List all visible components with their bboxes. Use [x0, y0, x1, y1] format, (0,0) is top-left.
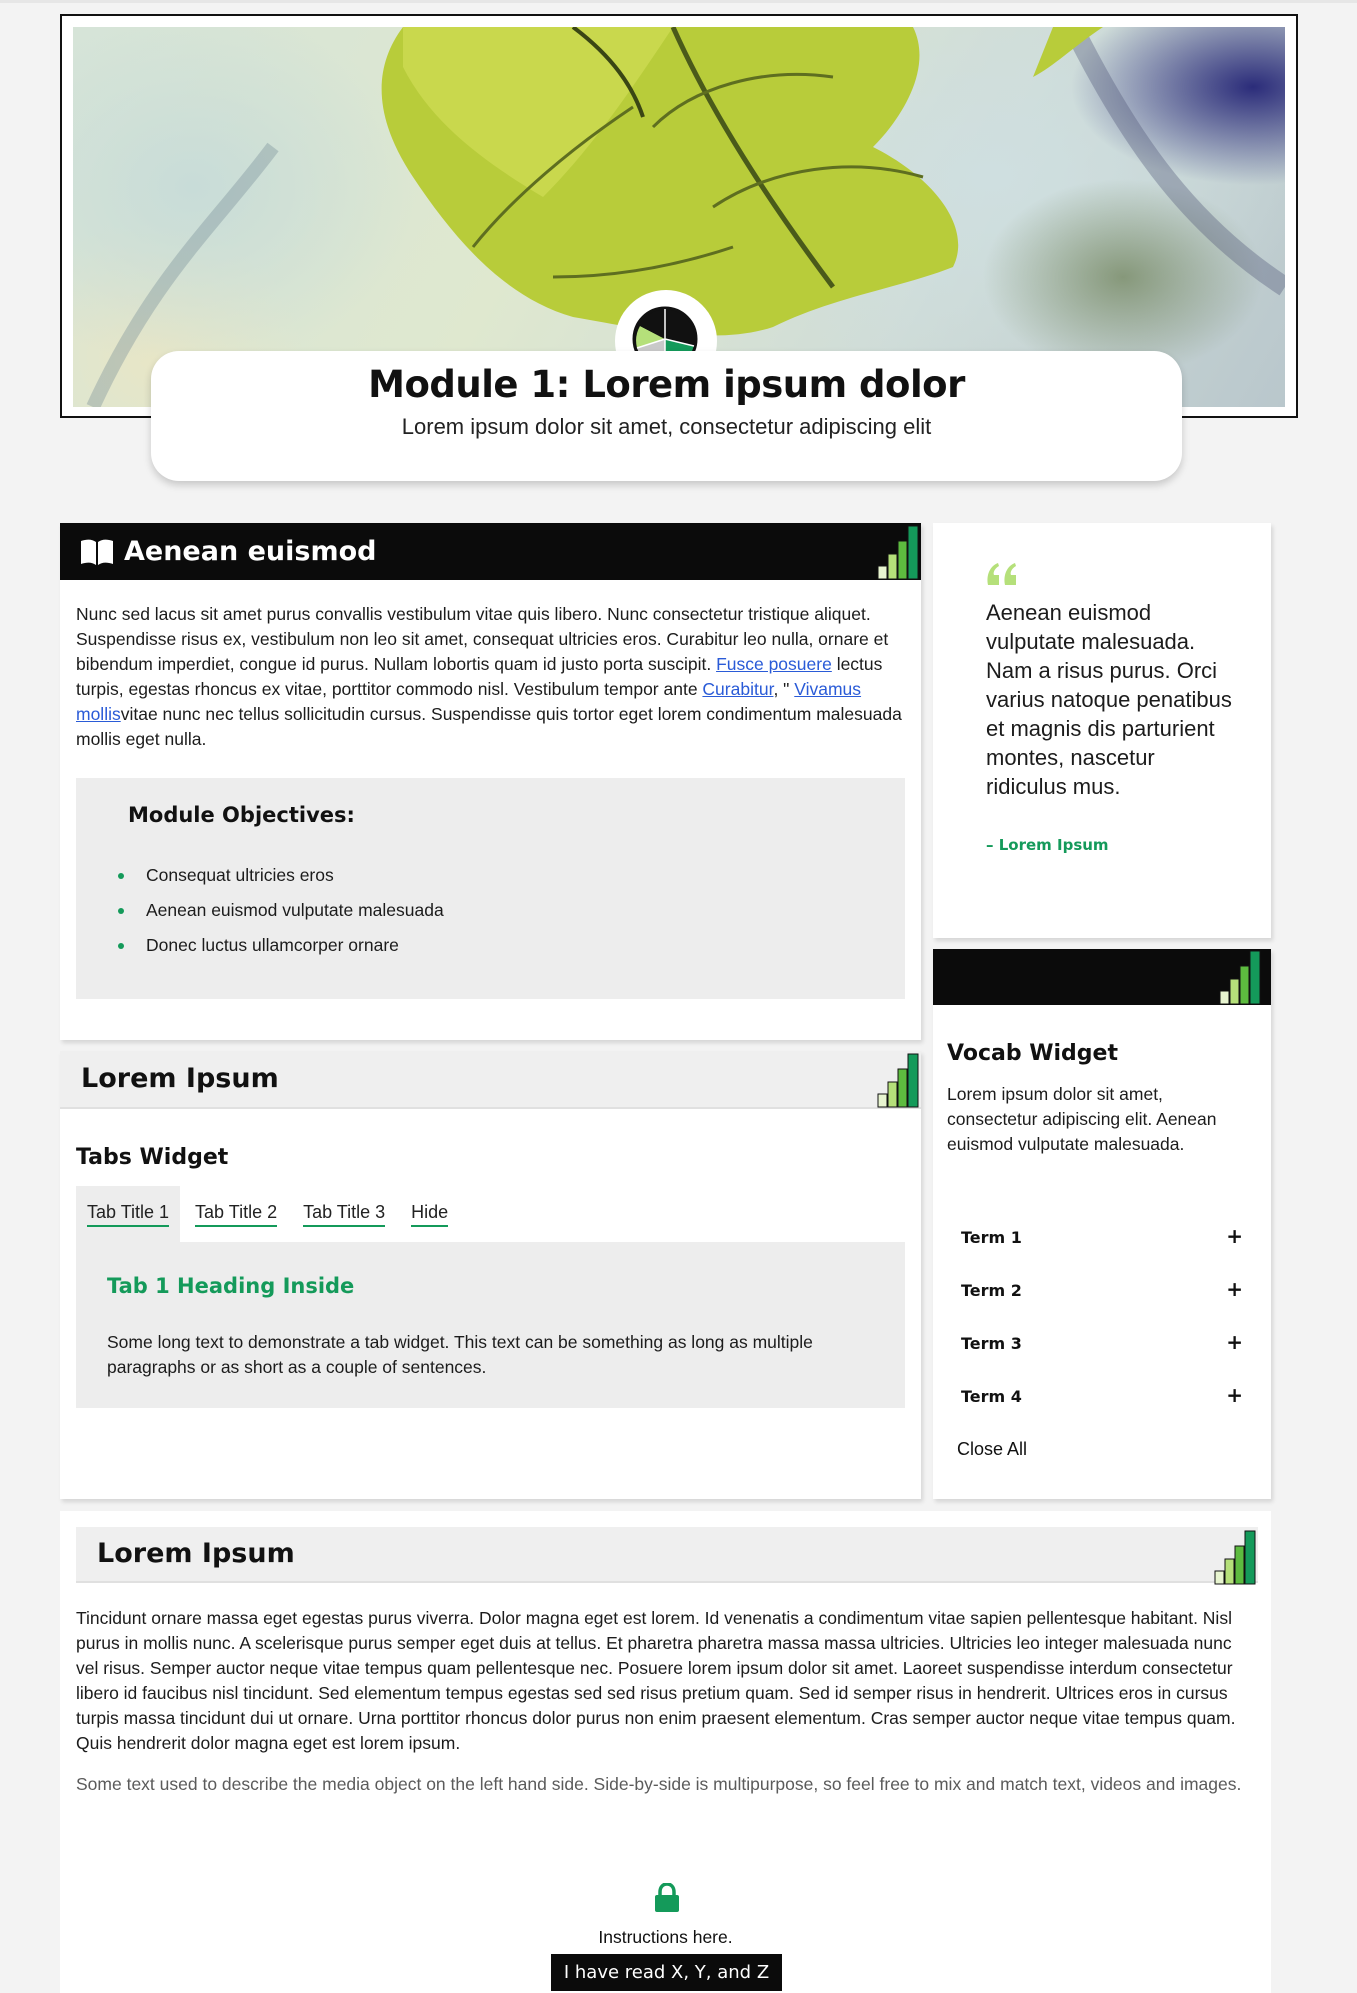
expand-plus-icon[interactable]: + — [1226, 1277, 1243, 1301]
expand-plus-icon[interactable]: + — [1226, 1383, 1243, 1407]
section-heading: Aenean euismod — [124, 536, 377, 567]
tab-panel-text: Some long text to demonstrate a tab widg… — [107, 1332, 813, 1377]
objectives-list: Consequat ultricies eros Aenean euismod … — [116, 858, 444, 963]
intro-paragraph: Nunc sed lacus sit amet purus convallis … — [76, 602, 912, 752]
text-fade-overlay — [60, 1801, 1271, 1831]
list-item: Aenean euismod vulputate malesuada — [116, 893, 444, 928]
objectives-heading: Module Objectives: — [128, 803, 355, 827]
book-open-icon — [81, 539, 113, 565]
tab-label: Hide — [411, 1202, 449, 1227]
vocab-widget: Vocab Widget Lorem ipsum dolor sit amet,… — [933, 949, 1271, 1499]
section-header: Lorem Ipsum — [76, 1527, 1258, 1583]
signal-bars-icon — [877, 525, 919, 580]
tab-hide[interactable]: Hide — [400, 1186, 459, 1242]
vocab-title: Vocab Widget — [947, 1041, 1118, 1066]
content-paragraph: Tincidunt ornare massa eget egestas puru… — [76, 1608, 1236, 1753]
acknowledge-button[interactable]: I have read X, Y, and Z — [551, 1954, 782, 1991]
expand-plus-icon[interactable]: + — [1226, 1224, 1243, 1248]
module-title: Module 1: Lorem ipsum dolor — [368, 363, 965, 406]
quote-icon — [987, 563, 1016, 585]
section-header: Aenean euismod — [60, 523, 921, 580]
list-item: Donec luctus ullamcorper ornare — [116, 928, 444, 963]
quote-card: Aenean euismod vulputate malesuada. Nam … — [933, 523, 1271, 938]
vocab-description: Lorem ipsum dolor sit amet, consectetur … — [947, 1084, 1217, 1154]
vocab-term-2[interactable]: Term 2 + — [961, 1277, 1251, 1311]
term-label: Term 4 — [961, 1387, 1022, 1406]
tab-title-1[interactable]: Tab Title 1 — [76, 1186, 181, 1242]
module-subtitle: Lorem ipsum dolor sit amet, consectetur … — [401, 414, 932, 439]
module-title-card: Module 1: Lorem ipsum dolor Lorem ipsum … — [151, 351, 1182, 481]
vocab-term-1[interactable]: Term 1 + — [961, 1224, 1251, 1258]
tab-panel-heading: Tab 1 Heading Inside — [107, 1274, 355, 1298]
section-heading: Lorem Ipsum — [81, 1063, 279, 1094]
paragraph-text: , " — [773, 679, 795, 699]
close-all-button[interactable]: Close All — [957, 1439, 1027, 1460]
media-description: Some text used to describe the media obj… — [76, 1774, 1242, 1794]
section-heading: Lorem Ipsum — [97, 1538, 295, 1569]
lock-icon — [655, 1883, 679, 1912]
content-section: Lorem Ipsum Tincidunt ornare massa eget … — [60, 1511, 1271, 1993]
tab-label: Tab Title 1 — [87, 1202, 170, 1227]
objectives-box: Module Objectives: Consequat ultricies e… — [76, 778, 905, 999]
term-label: Term 1 — [961, 1228, 1022, 1247]
list-item: Consequat ultricies eros — [116, 858, 444, 893]
term-label: Term 2 — [961, 1281, 1022, 1300]
tab-panel: Tab 1 Heading Inside Some long text to d… — [76, 1242, 905, 1408]
quote-author: – Lorem Ipsum — [986, 836, 1109, 854]
term-label: Term 3 — [961, 1334, 1022, 1353]
tabs-section: Lorem Ipsum Tabs Widget Tab Title 1 Tab … — [60, 1051, 921, 1499]
expand-plus-icon[interactable]: + — [1226, 1330, 1243, 1354]
intro-section: Aenean euismod Nunc sed lacus sit amet p… — [60, 523, 921, 1040]
tab-bar: Tab Title 1 Tab Title 2 Tab Title 3 Hide — [76, 1186, 463, 1242]
vocab-term-3[interactable]: Term 3 + — [961, 1330, 1251, 1364]
tab-label: Tab Title 3 — [303, 1202, 386, 1227]
instructions-text: Instructions here. — [598, 1927, 733, 1947]
signal-bars-icon — [877, 1053, 919, 1108]
tab-label: Tab Title 2 — [195, 1202, 278, 1227]
fusce-posuere-link[interactable]: Fusce posuere — [716, 654, 832, 674]
top-border — [0, 0, 1357, 3]
section-header: Lorem Ipsum — [60, 1051, 921, 1109]
tab-title-3[interactable]: Tab Title 3 — [292, 1186, 396, 1242]
vocab-term-4[interactable]: Term 4 + — [961, 1383, 1251, 1417]
signal-bars-icon — [1214, 1530, 1256, 1585]
paragraph-text: vitae nunc nec tellus sollicitudin cursu… — [76, 704, 902, 749]
tabs-widget-title: Tabs Widget — [76, 1145, 229, 1170]
curabitur-link[interactable]: Curabitur — [702, 679, 773, 699]
signal-bars-icon — [1219, 950, 1261, 1005]
quote-text: Aenean euismod vulputate malesuada. Nam … — [986, 600, 1232, 799]
tab-title-2[interactable]: Tab Title 2 — [184, 1186, 288, 1242]
